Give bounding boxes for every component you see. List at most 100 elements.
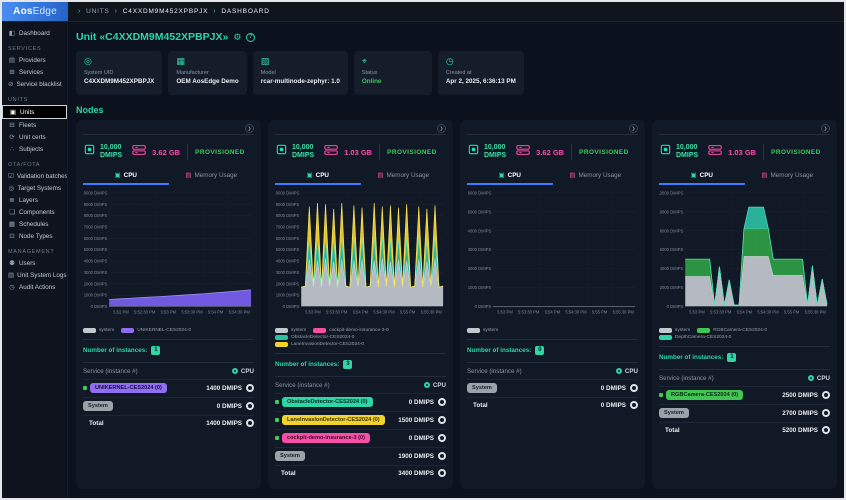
service-chip[interactable]: UNIKERNEL-CES2024 (0) [90, 383, 167, 393]
service-chip[interactable]: RGBCamera-CES2024 (0) [666, 390, 743, 400]
tab-cpu[interactable]: ▣ CPU [467, 168, 553, 185]
service-chip[interactable]: System [467, 383, 497, 393]
expand-icon[interactable]: ❯ [437, 124, 446, 133]
service-row: System2700 DMIPS [659, 404, 830, 422]
svg-text:5:53:30 PM: 5:53:30 PM [710, 309, 732, 314]
sidebar-item-service-blacklist[interactable]: ⊘Service blacklist [2, 78, 67, 90]
breadcrumb-item[interactable]: C4XXDM9M452XPBPJX [123, 8, 209, 15]
service-row: System0 DMIPS [83, 397, 254, 415]
legend-swatch [275, 328, 288, 333]
svg-text:0 DMIPS: 0 DMIPS [667, 304, 684, 309]
ram-icon [132, 143, 146, 161]
sidebar-item-unit-certs[interactable]: ⟳Unit certs [2, 131, 67, 143]
service-chip[interactable]: System [659, 408, 689, 418]
svg-text:3000 DMIPS: 3000 DMIPS [468, 247, 492, 252]
sidebar-item-fleets[interactable]: ⊟Fleets [2, 119, 67, 131]
svg-text:0 DMIPS: 0 DMIPS [475, 304, 492, 309]
cpu-icon [232, 368, 238, 374]
svg-text:6000 DMIPS: 6000 DMIPS [276, 236, 300, 241]
legend-label: system [291, 328, 306, 333]
svg-text:5:54:30 PM: 5:54:30 PM [757, 309, 779, 314]
sidebar-item-users[interactable]: ⚉Users [2, 257, 67, 269]
sidebar-item-services[interactable]: ⊞Services [2, 66, 67, 78]
service-row: UNIKERNEL-CES2024 (0)1400 DMIPS [83, 379, 254, 397]
tab-cpu[interactable]: ▣ CPU [275, 168, 361, 185]
provisioned-badge: PROVISIONED [387, 149, 437, 156]
sidebar-item-units[interactable]: ▣Units [2, 105, 67, 119]
help-icon[interactable]: ? [246, 33, 255, 42]
memory-tab-icon: ▤ [377, 171, 383, 179]
instances-label: Number of instances: [659, 354, 723, 361]
provisioned-badge: PROVISIONED [579, 149, 629, 156]
total-label: Total [83, 420, 104, 427]
sidebar-item-subjects[interactable]: ∴Subjects [2, 143, 67, 155]
cpu-chip-icon [83, 143, 96, 161]
svg-text:3000 DMIPS: 3000 DMIPS [84, 270, 108, 275]
expand-icon[interactable]: ❯ [821, 124, 830, 133]
node-cpu-capacity: 10,000DMIPS [292, 144, 314, 160]
cpu-column-header: CPU [433, 382, 446, 389]
tab-memory-usage[interactable]: ▤ Memory Usage [169, 168, 255, 185]
sidebar-item-label: Node Types [19, 233, 53, 240]
cpu-usage-chart: 10000 DMIPS9000 DMIPS8000 DMIPS7000 DMIP… [83, 188, 254, 326]
legend-item: UNIKERNEL-CES2024-0 [121, 328, 191, 333]
service-chip[interactable]: cockpit-demo-insurance-3 (0) [282, 433, 370, 443]
service-column-header: Service (instance #) [83, 368, 138, 375]
tab-cpu[interactable]: ▣ CPU [83, 168, 169, 185]
expand-icon[interactable]: ❯ [629, 124, 638, 133]
service-cpu-value: 0 DMIPS [409, 399, 434, 406]
ram-icon [516, 143, 530, 161]
unit-settings-gear-icon[interactable]: ⚙ [233, 32, 241, 43]
memory-tab-icon: ▤ [185, 171, 191, 179]
breadcrumb-item[interactable]: UNITS [86, 8, 110, 15]
service-chip[interactable]: System [83, 401, 113, 411]
sidebar-item-audit-actions[interactable]: ◷Audit Actions [2, 281, 67, 293]
sidebar-item-validation-batches[interactable]: ☑Validation batches [2, 170, 67, 182]
sidebar-item-label: Service blacklist [16, 81, 61, 88]
cpu-gauge-icon [630, 384, 638, 392]
fleets-icon: ⊟ [8, 121, 16, 129]
tab-memory-usage[interactable]: ▤ Memory Usage [361, 168, 447, 185]
aosedge-logo[interactable]: AosEdge [2, 2, 68, 21]
service-cpu-value: 0 DMIPS [409, 435, 434, 442]
service-chip[interactable]: LaneInvasionDetector-CES2024 (0) [282, 415, 385, 425]
svg-text:5:54 PM: 5:54 PM [737, 309, 753, 314]
cpu-gauge-icon [246, 402, 254, 410]
tab-memory-usage[interactable]: ▤ Memory Usage [553, 168, 639, 185]
info-card-label: Created at [446, 70, 516, 76]
layers-icon: ≣ [8, 196, 16, 204]
sidebar-item-schedules[interactable]: ▦Schedules [2, 218, 67, 230]
service-chip[interactable]: System [275, 451, 305, 461]
svg-text:5:53:30 PM: 5:53:30 PM [518, 309, 540, 314]
sidebar-item-unit-system-logs[interactable]: ▤Unit System Logs [2, 269, 67, 281]
legend-label: system [99, 328, 114, 333]
node-resources-row: 10,000DMIPS 1.03 GB PROVISIONED [659, 140, 830, 168]
unit-info-cards: ◎System UIDC4XXDM9M452XPBPJX▦Manufacture… [76, 51, 837, 95]
unit-system-logs-icon: ▤ [8, 271, 14, 279]
sidebar-item-node-types[interactable]: ⊡Node Types [2, 230, 67, 242]
tab-memory-usage[interactable]: ▤ Memory Usage [745, 168, 831, 185]
breadcrumb-item[interactable]: DASHBOARD [221, 8, 269, 15]
ram-icon [324, 143, 338, 161]
sidebar-item-target-systems[interactable]: ◎Target Systems [2, 182, 67, 194]
legend-swatch [83, 328, 96, 333]
legend-item: system [275, 328, 306, 333]
sidebar-item-label: Unit System Logs [17, 272, 66, 279]
sidebar-item-dashboard[interactable]: ◧Dashboard [2, 27, 67, 39]
node-card: ❯ 10,000DMIPS 3.62 GB PROVISIONED ▣ CPU … [460, 120, 645, 489]
service-row: RGBCamera-CES2024 (0)2500 DMIPS [659, 386, 830, 404]
schedules-icon: ▦ [8, 220, 16, 228]
svg-text:5000 DMIPS: 5000 DMIPS [468, 209, 492, 214]
legend-label: system [675, 328, 690, 333]
cpu-gauge-icon [438, 469, 446, 477]
expand-icon[interactable]: ❯ [245, 124, 254, 133]
service-chip[interactable]: ObstacleDetector-CES2024 (0) [282, 397, 373, 407]
sidebar-item-components[interactable]: ❏Components [2, 206, 67, 218]
sidebar-item-layers[interactable]: ≣Layers [2, 194, 67, 206]
node-cpu-capacity: 10,000DMIPS [484, 144, 506, 160]
tab-cpu[interactable]: ▣ CPU [659, 168, 745, 185]
service-row: Total3400 DMIPS [275, 465, 446, 481]
node-ram-capacity: 3.62 GB [152, 148, 180, 157]
info-card-value: rcar-multinode-zephyr: 1.0 [261, 78, 340, 85]
sidebar-item-providers[interactable]: ▤Providers [2, 54, 67, 66]
